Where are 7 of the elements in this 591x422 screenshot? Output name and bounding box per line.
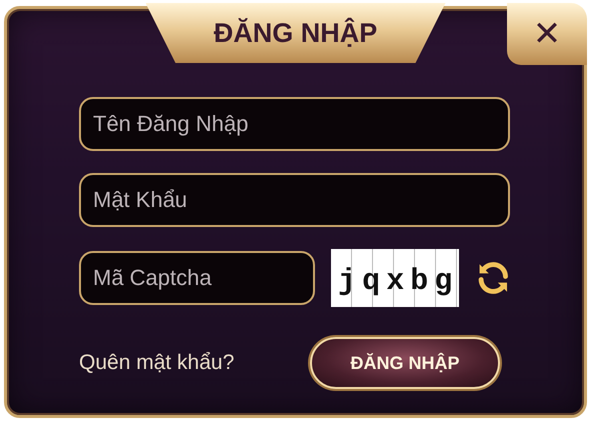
input-field[interactable]: Mật Khẩu <box>79 173 510 227</box>
captcha-field[interactable]: Mã Captcha <box>79 251 315 305</box>
login-button[interactable]: ĐĂNG NHẬP <box>310 337 500 389</box>
input-field[interactable]: Tên Đăng Nhập <box>79 97 510 151</box>
close-button[interactable]: ✕ <box>507 3 587 65</box>
dialog-title: ĐĂNG NHẬP <box>146 3 446 63</box>
forgot-password-link[interactable]: Quên mật khẩu? <box>79 351 234 375</box>
